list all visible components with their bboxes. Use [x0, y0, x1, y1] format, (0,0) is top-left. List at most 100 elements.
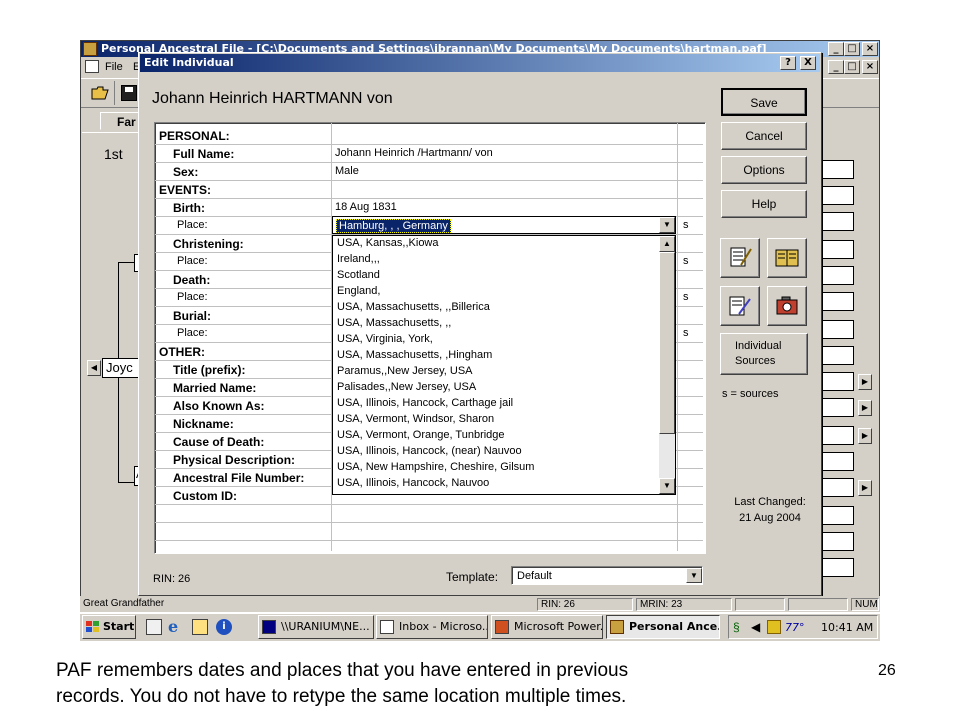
- task-network-label: \\URANIUM\NE...: [281, 620, 370, 633]
- help-icon[interactable]: i: [216, 619, 232, 635]
- speaker-tray-icon[interactable]: ◀: [751, 620, 765, 634]
- scroll-down-button[interactable]: ▼: [659, 478, 675, 494]
- tree-box-r3[interactable]: [820, 212, 854, 231]
- desktop-icon[interactable]: [146, 619, 162, 635]
- place-option[interactable]: Paramus,,New Jersey, USA: [334, 365, 656, 381]
- close-button[interactable]: ×: [862, 42, 878, 56]
- place-option[interactable]: Scotland: [334, 269, 656, 285]
- save-button[interactable]: Save: [721, 88, 807, 116]
- antivirus-tray-icon[interactable]: [767, 620, 781, 634]
- place-dropdown-list[interactable]: USA, Kansas,,Kiowa Ireland,,, Scotland Engl…: [332, 235, 676, 495]
- place-option[interactable]: USA, Illinois, Hancock, Carthage jail: [334, 397, 656, 413]
- sex-value[interactable]: Male: [335, 165, 359, 177]
- tree-arrow-r1[interactable]: ▶: [858, 374, 872, 390]
- start-button[interactable]: Start: [82, 615, 136, 639]
- network-tray-icon[interactable]: §: [733, 620, 747, 634]
- place-option[interactable]: USA, Kansas,,Kiowa: [334, 237, 656, 253]
- dialog-close-button[interactable]: X: [800, 56, 816, 70]
- task-network[interactable]: \\URANIUM\NE...: [258, 615, 374, 639]
- doc-restore-button[interactable]: □: [844, 60, 860, 74]
- doc-close-button[interactable]: ×: [862, 60, 878, 74]
- individual-sources-button[interactable]: Individual Sources: [720, 333, 808, 375]
- tree-box-r12[interactable]: [820, 452, 854, 471]
- tree-box-r15[interactable]: [820, 532, 854, 551]
- tree-box-r9[interactable]: [820, 372, 854, 391]
- tree-scroll-left[interactable]: ◀: [87, 360, 101, 376]
- birth-sources-marker[interactable]: s: [683, 219, 689, 231]
- dropdown-scrollbar[interactable]: ▲ ▼: [659, 236, 675, 494]
- task-powerpoint[interactable]: Microsoft Power...: [491, 615, 603, 639]
- tree-arrow-r2[interactable]: ▶: [858, 400, 872, 416]
- status-left-text: Great Grandfather: [83, 598, 165, 609]
- template-select[interactable]: Default ▼: [511, 566, 703, 585]
- save-icon[interactable]: [121, 85, 137, 101]
- birth-label: Birth:: [173, 201, 205, 215]
- place-option[interactable]: USA, New Hampshire, Cheshire, Gilsum: [334, 461, 656, 477]
- minimize-button[interactable]: _: [828, 42, 844, 56]
- tree-box-r14[interactable]: [820, 506, 854, 525]
- notes-button[interactable]: [720, 238, 760, 278]
- paf-icon: [610, 620, 624, 634]
- tree-box-r7[interactable]: [820, 320, 854, 339]
- tree-box-r5[interactable]: [820, 266, 854, 285]
- outlook-icon[interactable]: [192, 619, 208, 635]
- tree-box-r4[interactable]: [820, 240, 854, 259]
- place-option[interactable]: USA, Vermont, Orange, Tunbridge: [334, 429, 656, 445]
- place-option[interactable]: USA, Massachusetts, ,Hingham: [334, 349, 656, 365]
- tree-box-r2[interactable]: [820, 186, 854, 205]
- edit-notes-button[interactable]: [720, 286, 760, 326]
- death-sources-marker[interactable]: s: [683, 291, 689, 303]
- place-option[interactable]: USA, Massachusetts, ,,Billerica: [334, 301, 656, 317]
- place-option[interactable]: Palisades,,New Jersey, USA: [334, 381, 656, 397]
- scroll-thumb[interactable]: [659, 252, 675, 434]
- template-dropdown-button[interactable]: ▼: [686, 568, 702, 583]
- open-folder-icon[interactable]: [91, 85, 109, 101]
- combobox-dropdown-button[interactable]: ▼: [659, 217, 675, 233]
- birth-place-combobox[interactable]: Hamburg, , , Germany ▼: [332, 216, 676, 234]
- dialog-help-button[interactable]: ?: [780, 56, 796, 70]
- edit-page-icon: [729, 296, 751, 316]
- tree-box-r13[interactable]: [820, 478, 854, 497]
- full-name-label: Full Name:: [173, 147, 235, 161]
- place-option[interactable]: USA, Vermont, Windsor, Sharon: [334, 413, 656, 429]
- doc-minimize-button[interactable]: _: [828, 60, 844, 74]
- row-full-name[interactable]: Full Name: Johann Heinrich /Hartmann/ von: [155, 145, 703, 163]
- place-option[interactable]: USA, Illinois, Hancock, Nauvoo: [334, 477, 656, 493]
- tree-box-r6[interactable]: [820, 292, 854, 311]
- generation-label: 1st: [104, 146, 123, 162]
- place-option[interactable]: Ireland,,,: [334, 253, 656, 269]
- tree-box-r1[interactable]: [820, 160, 854, 179]
- burial-sources-marker[interactable]: s: [683, 327, 689, 339]
- options-button[interactable]: Options: [721, 156, 807, 184]
- place-option[interactable]: USA, Massachusetts, ,,: [334, 317, 656, 333]
- tree-box-r8[interactable]: [820, 346, 854, 365]
- scroll-up-button[interactable]: ▲: [659, 236, 675, 252]
- row-birth[interactable]: Birth: 18 Aug 1831: [155, 199, 703, 217]
- place-option[interactable]: England,: [334, 285, 656, 301]
- tree-arrow-r4[interactable]: ▶: [858, 480, 872, 496]
- birth-place-selected[interactable]: Hamburg, , , Germany: [336, 219, 451, 233]
- birth-value[interactable]: 18 Aug 1831: [335, 201, 397, 213]
- tree-box-r10[interactable]: [820, 398, 854, 417]
- family-tab[interactable]: Far: [100, 112, 140, 130]
- task-inbox[interactable]: Inbox - Microso...: [376, 615, 488, 639]
- book-button[interactable]: [767, 238, 807, 278]
- ie-icon[interactable]: e: [168, 618, 186, 636]
- tree-arrow-r3[interactable]: ▶: [858, 428, 872, 444]
- full-name-value[interactable]: Johann Heinrich /Hartmann/ von: [335, 147, 493, 159]
- custom-id-label: Custom ID:: [173, 489, 237, 503]
- tree-box-r11[interactable]: [820, 426, 854, 445]
- menu-file[interactable]: File: [105, 61, 123, 73]
- task-paf[interactable]: Personal Ance...: [606, 615, 720, 639]
- place-option[interactable]: USA, Virginia, York,: [334, 333, 656, 349]
- place-option[interactable]: USA, Illinois, Hancock, (near) Nauvoo: [334, 445, 656, 461]
- cancel-button[interactable]: Cancel: [721, 122, 807, 150]
- tree-box-r16[interactable]: [820, 558, 854, 577]
- christening-sources-marker[interactable]: s: [683, 255, 689, 267]
- help-button[interactable]: Help: [721, 190, 807, 218]
- slide-number: 26: [878, 662, 896, 679]
- multimedia-button[interactable]: [767, 286, 807, 326]
- section-personal-label: PERSONAL:: [159, 129, 230, 143]
- maximize-button[interactable]: □: [844, 42, 860, 56]
- row-sex[interactable]: Sex: Male: [155, 163, 703, 181]
